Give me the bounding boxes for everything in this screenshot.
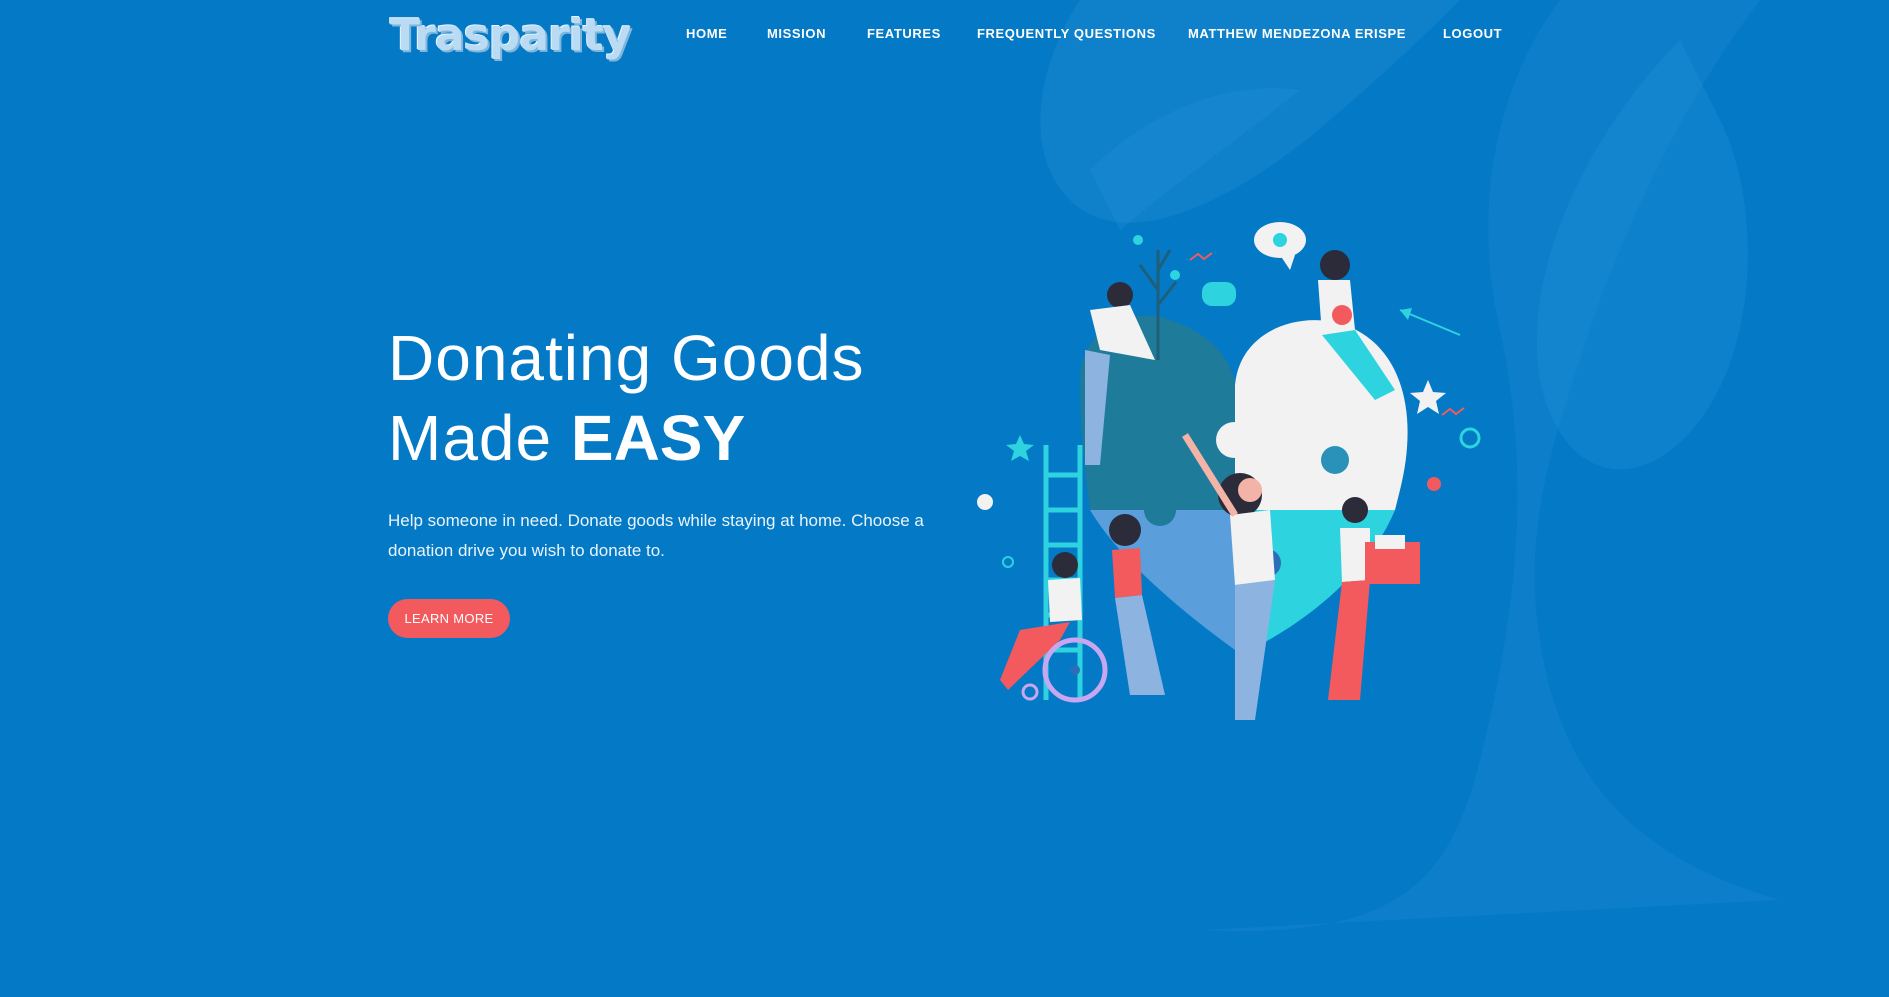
- nav-link-features[interactable]: FEATURES: [867, 26, 941, 41]
- nav-link-mission[interactable]: MISSION: [767, 26, 826, 41]
- hero-title-line1: Donating Goods: [388, 322, 865, 394]
- nav-link-user-profile[interactable]: MATTHEW MENDEZONA ERISPE: [1188, 26, 1406, 41]
- person-in-wheelchair: [1000, 552, 1108, 703]
- nav-link-logout[interactable]: LOGOUT: [1443, 26, 1502, 41]
- hero-subtitle: Help someone in need. Donate goods while…: [388, 511, 924, 560]
- hero-illustration: [977, 222, 1481, 720]
- thumbs-up-icon: [1202, 282, 1236, 306]
- hero-title: Donating Goods Made EASY: [388, 318, 948, 478]
- main-navigation: HOME MISSION FEATURES FREQUENTLY QUESTIO…: [0, 26, 1889, 46]
- nav-link-home[interactable]: HOME: [686, 26, 727, 41]
- hero-title-emphasis: EASY: [570, 402, 746, 474]
- background-swirl-decoration: [1040, 0, 1780, 932]
- speech-bubble-icon: [1254, 222, 1306, 270]
- learn-more-button[interactable]: LEARN MORE: [388, 599, 510, 638]
- hero-title-line2-prefix: Made: [388, 402, 571, 474]
- nav-link-frequently-questions[interactable]: FREQUENTLY QUESTIONS: [977, 26, 1156, 41]
